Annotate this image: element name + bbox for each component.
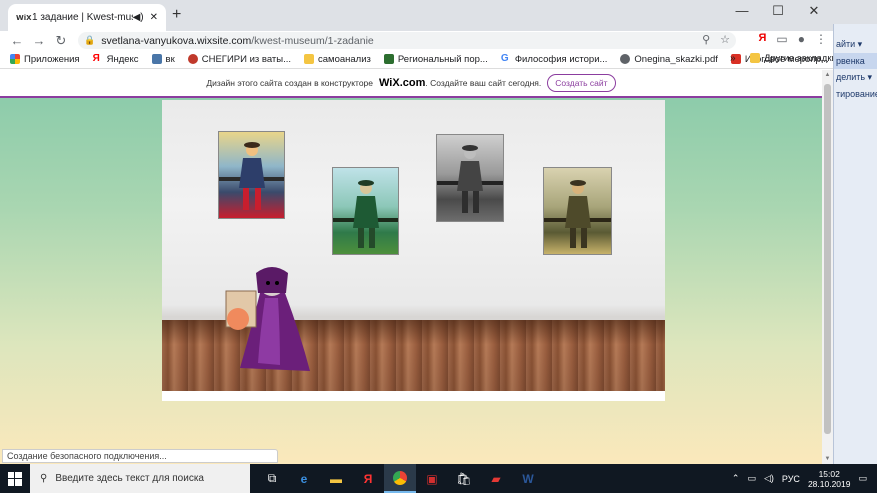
wix-logo[interactable]: WiX.com: [379, 77, 425, 89]
clock[interactable]: 15:02 28.10.2019: [808, 469, 851, 489]
book-app-icon[interactable]: ▣: [416, 464, 448, 493]
boy-figure: [333, 180, 398, 248]
zoom-icon[interactable]: ⚲: [702, 33, 710, 46]
menu-icon[interactable]: ⋮: [815, 32, 827, 46]
apps-icon: [10, 54, 20, 64]
witch-figure: [225, 267, 310, 371]
painting-grayscale[interactable]: [436, 134, 504, 222]
volume-icon[interactable]: ◁): [764, 473, 774, 484]
close-window-icon[interactable]: ✕: [796, 0, 832, 24]
file-explorer-icon[interactable]: ▬: [320, 464, 352, 493]
painting-red[interactable]: [218, 131, 285, 219]
bookmark-item[interactable]: Я Яндекс: [92, 54, 139, 65]
painting-sepia[interactable]: [543, 167, 612, 255]
bookmark-item[interactable]: самоанализ: [304, 54, 371, 65]
create-site-button[interactable]: Создать сайт: [547, 74, 616, 92]
store-icon[interactable]: 🛍: [448, 464, 480, 493]
browser-toolbar: ← → ↻ 🔒 svetlana-vanyukova.wixsite.com/k…: [0, 31, 833, 50]
globe-icon: [620, 54, 631, 64]
site-icon: [383, 54, 394, 64]
bookmark-item[interactable]: вк: [151, 54, 175, 65]
lock-icon[interactable]: 🔒: [84, 35, 95, 46]
yandex-browser-icon[interactable]: Я: [352, 464, 384, 493]
other-bookmarks[interactable]: Другие закладки: [750, 53, 837, 64]
taskbar-search[interactable]: ⚲ Введите здесь текст для поиска: [30, 464, 250, 493]
ribbon-item[interactable]: тирование: [834, 86, 877, 102]
scroll-thumb[interactable]: [824, 84, 831, 434]
word-icon[interactable]: W: [512, 464, 544, 493]
extension-icon[interactable]: ▭: [776, 32, 787, 46]
scroll-down-icon[interactable]: ▼: [822, 456, 833, 462]
reload-icon[interactable]: ↻: [50, 33, 72, 49]
google-icon: G: [500, 54, 511, 64]
bookmark-item[interactable]: Onegina_skazki.pdf: [620, 54, 718, 65]
search-placeholder: Введите здесь текст для поиска: [55, 473, 204, 484]
bookmark-item[interactable]: Приложения: [10, 54, 80, 65]
scroll-up-icon[interactable]: ▲: [822, 72, 833, 78]
maximize-icon[interactable]: ☐: [760, 0, 796, 24]
close-tab-icon[interactable]: ✕: [150, 12, 158, 23]
new-tab-button[interactable]: +: [172, 6, 181, 24]
window-controls: — ☐ ✕: [724, 0, 832, 24]
boy-figure: [437, 145, 503, 213]
bookmark-item[interactable]: СНЕГИРИ из ваты...: [187, 54, 291, 65]
back-icon[interactable]: ←: [6, 33, 28, 48]
boy-figure: [219, 142, 284, 210]
tab-active[interactable]: WiX 1 задание | Kwest-museum ◀) ✕: [8, 4, 166, 31]
address-bar[interactable]: 🔒 svetlana-vanyukova.wixsite.com/kwest-m…: [78, 32, 736, 49]
edge-icon[interactable]: e: [288, 464, 320, 493]
language-indicator[interactable]: РУС: [782, 474, 800, 484]
pdf-reader-icon[interactable]: ▰: [480, 464, 512, 493]
wix-banner-text: Дизайн этого сайта создан в конструкторе: [206, 78, 374, 88]
folder-icon: [304, 54, 314, 64]
system-tray: ⌃ ▭ ◁) РУС 15:02 28.10.2019 ▭: [732, 464, 877, 493]
start-button[interactable]: [0, 464, 30, 493]
speaker-icon[interactable]: ◀): [133, 12, 144, 23]
windows-logo-icon: [8, 471, 22, 486]
minimize-icon[interactable]: —: [724, 0, 760, 24]
site-icon: [187, 54, 198, 64]
page-scrollbar[interactable]: ▲ ▼: [822, 70, 833, 464]
folder-icon: [750, 53, 760, 63]
status-bubble: Создание безопасного подключения...: [2, 449, 278, 463]
show-hidden-icon[interactable]: ⌃: [732, 473, 740, 484]
bookmark-item[interactable]: G Философия истори...: [500, 54, 607, 65]
notifications-icon[interactable]: ▭: [858, 473, 867, 484]
search-icon: ⚲: [40, 473, 48, 484]
profile-icon[interactable]: ●: [798, 32, 805, 46]
forward-icon[interactable]: →: [28, 33, 50, 48]
background-app-ribbon: айти ▾ рвенка делить ▾ тирование: [833, 24, 877, 464]
ribbon-item[interactable]: рвенка: [834, 53, 877, 69]
yandex-extension-icon[interactable]: Я: [759, 32, 767, 46]
tab-bar: WiX 1 задание | Kwest-museum ◀) ✕ + — ☐ …: [0, 0, 877, 31]
url-path: /kwest-museum/1-zadanie: [251, 34, 374, 47]
yandex-icon: Я: [92, 54, 103, 64]
gallery-bottom-strip: [162, 391, 665, 401]
bookmarks-bar: Приложения Я Яндекс вк СНЕГИРИ из ваты...…: [0, 50, 837, 69]
windows-taskbar: ⚲ Введите здесь текст для поиска ⧉ e ▬ Я…: [0, 464, 877, 493]
bookmark-star-icon[interactable]: ☆: [720, 33, 730, 46]
tab-title: 1 задание | Kwest-museum: [32, 12, 133, 23]
ribbon-item[interactable]: айти ▾: [834, 36, 877, 53]
wix-banner: Дизайн этого сайта создан в конструкторе…: [0, 70, 822, 98]
bookmark-item[interactable]: Региональный пор...: [383, 54, 488, 65]
painting-green[interactable]: [332, 167, 399, 255]
network-icon[interactable]: ▭: [747, 473, 756, 484]
ribbon-item[interactable]: делить ▾: [834, 69, 877, 86]
chrome-icon[interactable]: [384, 464, 416, 493]
vk-icon: [151, 54, 162, 64]
bookmarks-overflow-button[interactable]: »: [730, 53, 736, 64]
url-host: svetlana-vanyukova.wixsite.com: [101, 34, 252, 47]
witch-character[interactable]: [220, 263, 315, 375]
wix-favicon-icon: WiX: [16, 13, 32, 22]
boy-figure: [544, 180, 611, 248]
wix-banner-text-after: . Создайте ваш сайт сегодня.: [425, 78, 542, 88]
museum-room-image: [162, 100, 665, 401]
task-view-icon[interactable]: ⧉: [256, 464, 288, 493]
